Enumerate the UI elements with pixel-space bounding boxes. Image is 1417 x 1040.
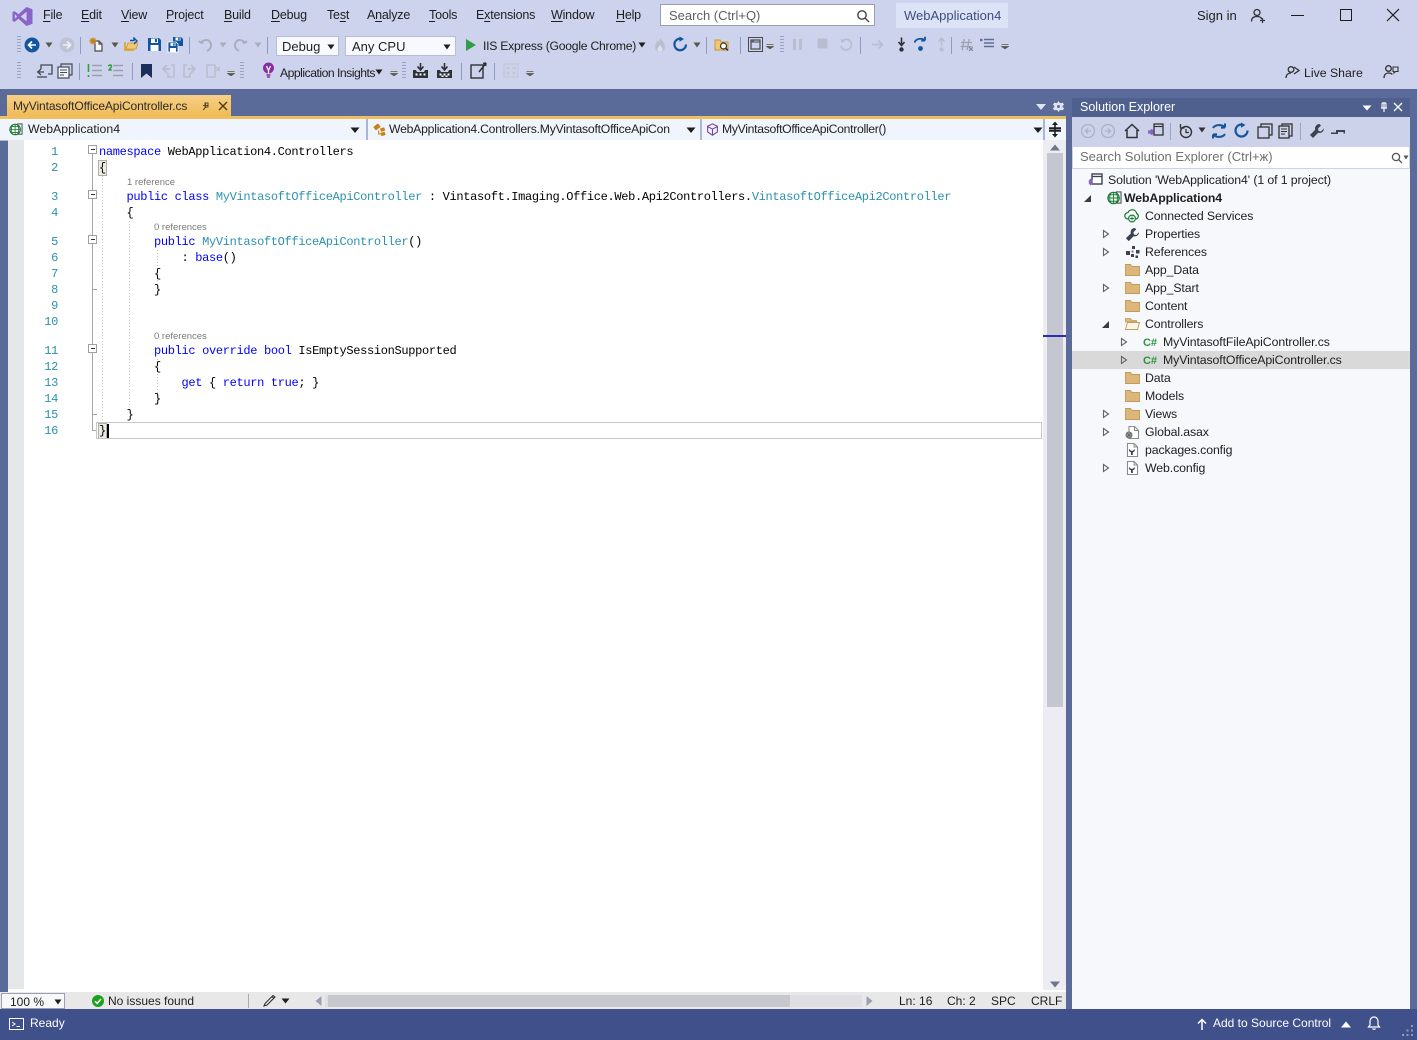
svg-text:C#: C# [1143,337,1157,349]
svg-text:C#: C# [1143,355,1157,367]
